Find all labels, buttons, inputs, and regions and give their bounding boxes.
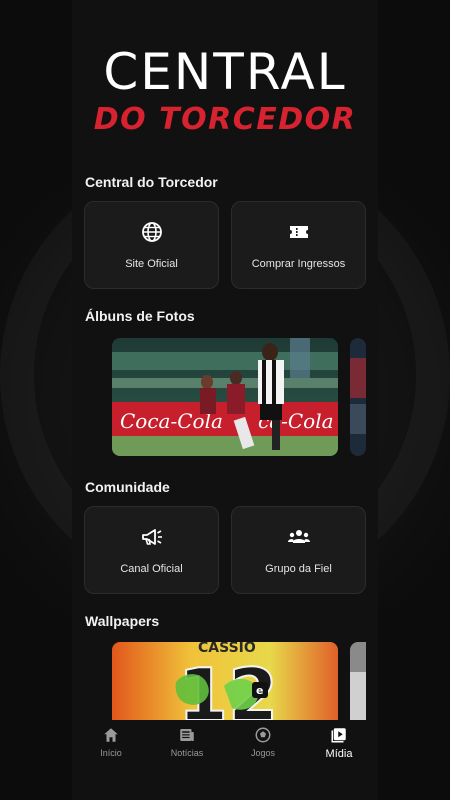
media-icon xyxy=(331,728,346,743)
nav-item-label: Mídia xyxy=(325,748,353,760)
section-title-community: Comunidade xyxy=(85,479,170,495)
wallpaper-2-peek[interactable] xyxy=(350,642,366,720)
canal-oficial-label: Canal Oficial xyxy=(120,563,183,575)
nav-item-label: Jogos xyxy=(250,748,276,758)
nav-item-label: Notícias xyxy=(170,748,204,758)
hero-title: CENTRAL DO TORCEDOR xyxy=(0,44,450,138)
nav-item-jogos[interactable]: Jogos xyxy=(228,726,298,758)
wallpaper-1[interactable]: CÁSSIO 12 e xyxy=(112,642,338,720)
hero-title-line2: DO TORCEDOR xyxy=(93,102,357,137)
album-photo-2-image xyxy=(350,338,366,456)
news-icon xyxy=(180,729,194,741)
ball-icon xyxy=(255,727,271,743)
album-photo-image: Coca-Cola ca-Cola xyxy=(112,338,338,456)
home-icon xyxy=(104,728,118,742)
album-photo-1[interactable]: Coca-Cola ca-Cola xyxy=(112,338,338,456)
nav-item-midia[interactable]: Mídia xyxy=(304,726,374,760)
hero-title-line1: CENTRAL xyxy=(103,43,347,101)
section-title-central: Central do Torcedor xyxy=(85,174,218,190)
wallpaper-image: CÁSSIO 12 e xyxy=(112,642,338,720)
site-oficial-card[interactable]: Site Oficial xyxy=(84,201,219,289)
wallpaper-2-image xyxy=(350,642,366,720)
megaphone-icon xyxy=(141,529,162,545)
section-title-albums: Álbuns de Fotos xyxy=(85,308,195,324)
globe-icon xyxy=(141,222,162,242)
canal-oficial-card[interactable]: Canal Oficial xyxy=(84,506,219,594)
site-oficial-label: Site Oficial xyxy=(125,258,178,270)
nav-item-noticias[interactable]: Notícias xyxy=(152,726,222,758)
album-photo-2-peek[interactable] xyxy=(350,338,366,456)
svg-text:e: e xyxy=(256,684,263,697)
grupo-da-fiel-card[interactable]: Grupo da Fiel xyxy=(231,506,366,594)
nav-item-inicio[interactable]: Início xyxy=(76,726,146,758)
comprar-ingressos-card[interactable]: Comprar Ingressos xyxy=(231,201,366,289)
group-icon xyxy=(287,530,310,543)
ticket-icon xyxy=(289,226,308,238)
bottom-nav: Início Notícias Jogos Mídia xyxy=(72,720,378,800)
comprar-ingressos-label: Comprar Ingressos xyxy=(251,258,346,270)
nav-item-label: Início xyxy=(100,748,122,758)
section-title-wallpapers: Wallpapers xyxy=(85,613,160,629)
grupo-da-fiel-label: Grupo da Fiel xyxy=(265,563,332,575)
